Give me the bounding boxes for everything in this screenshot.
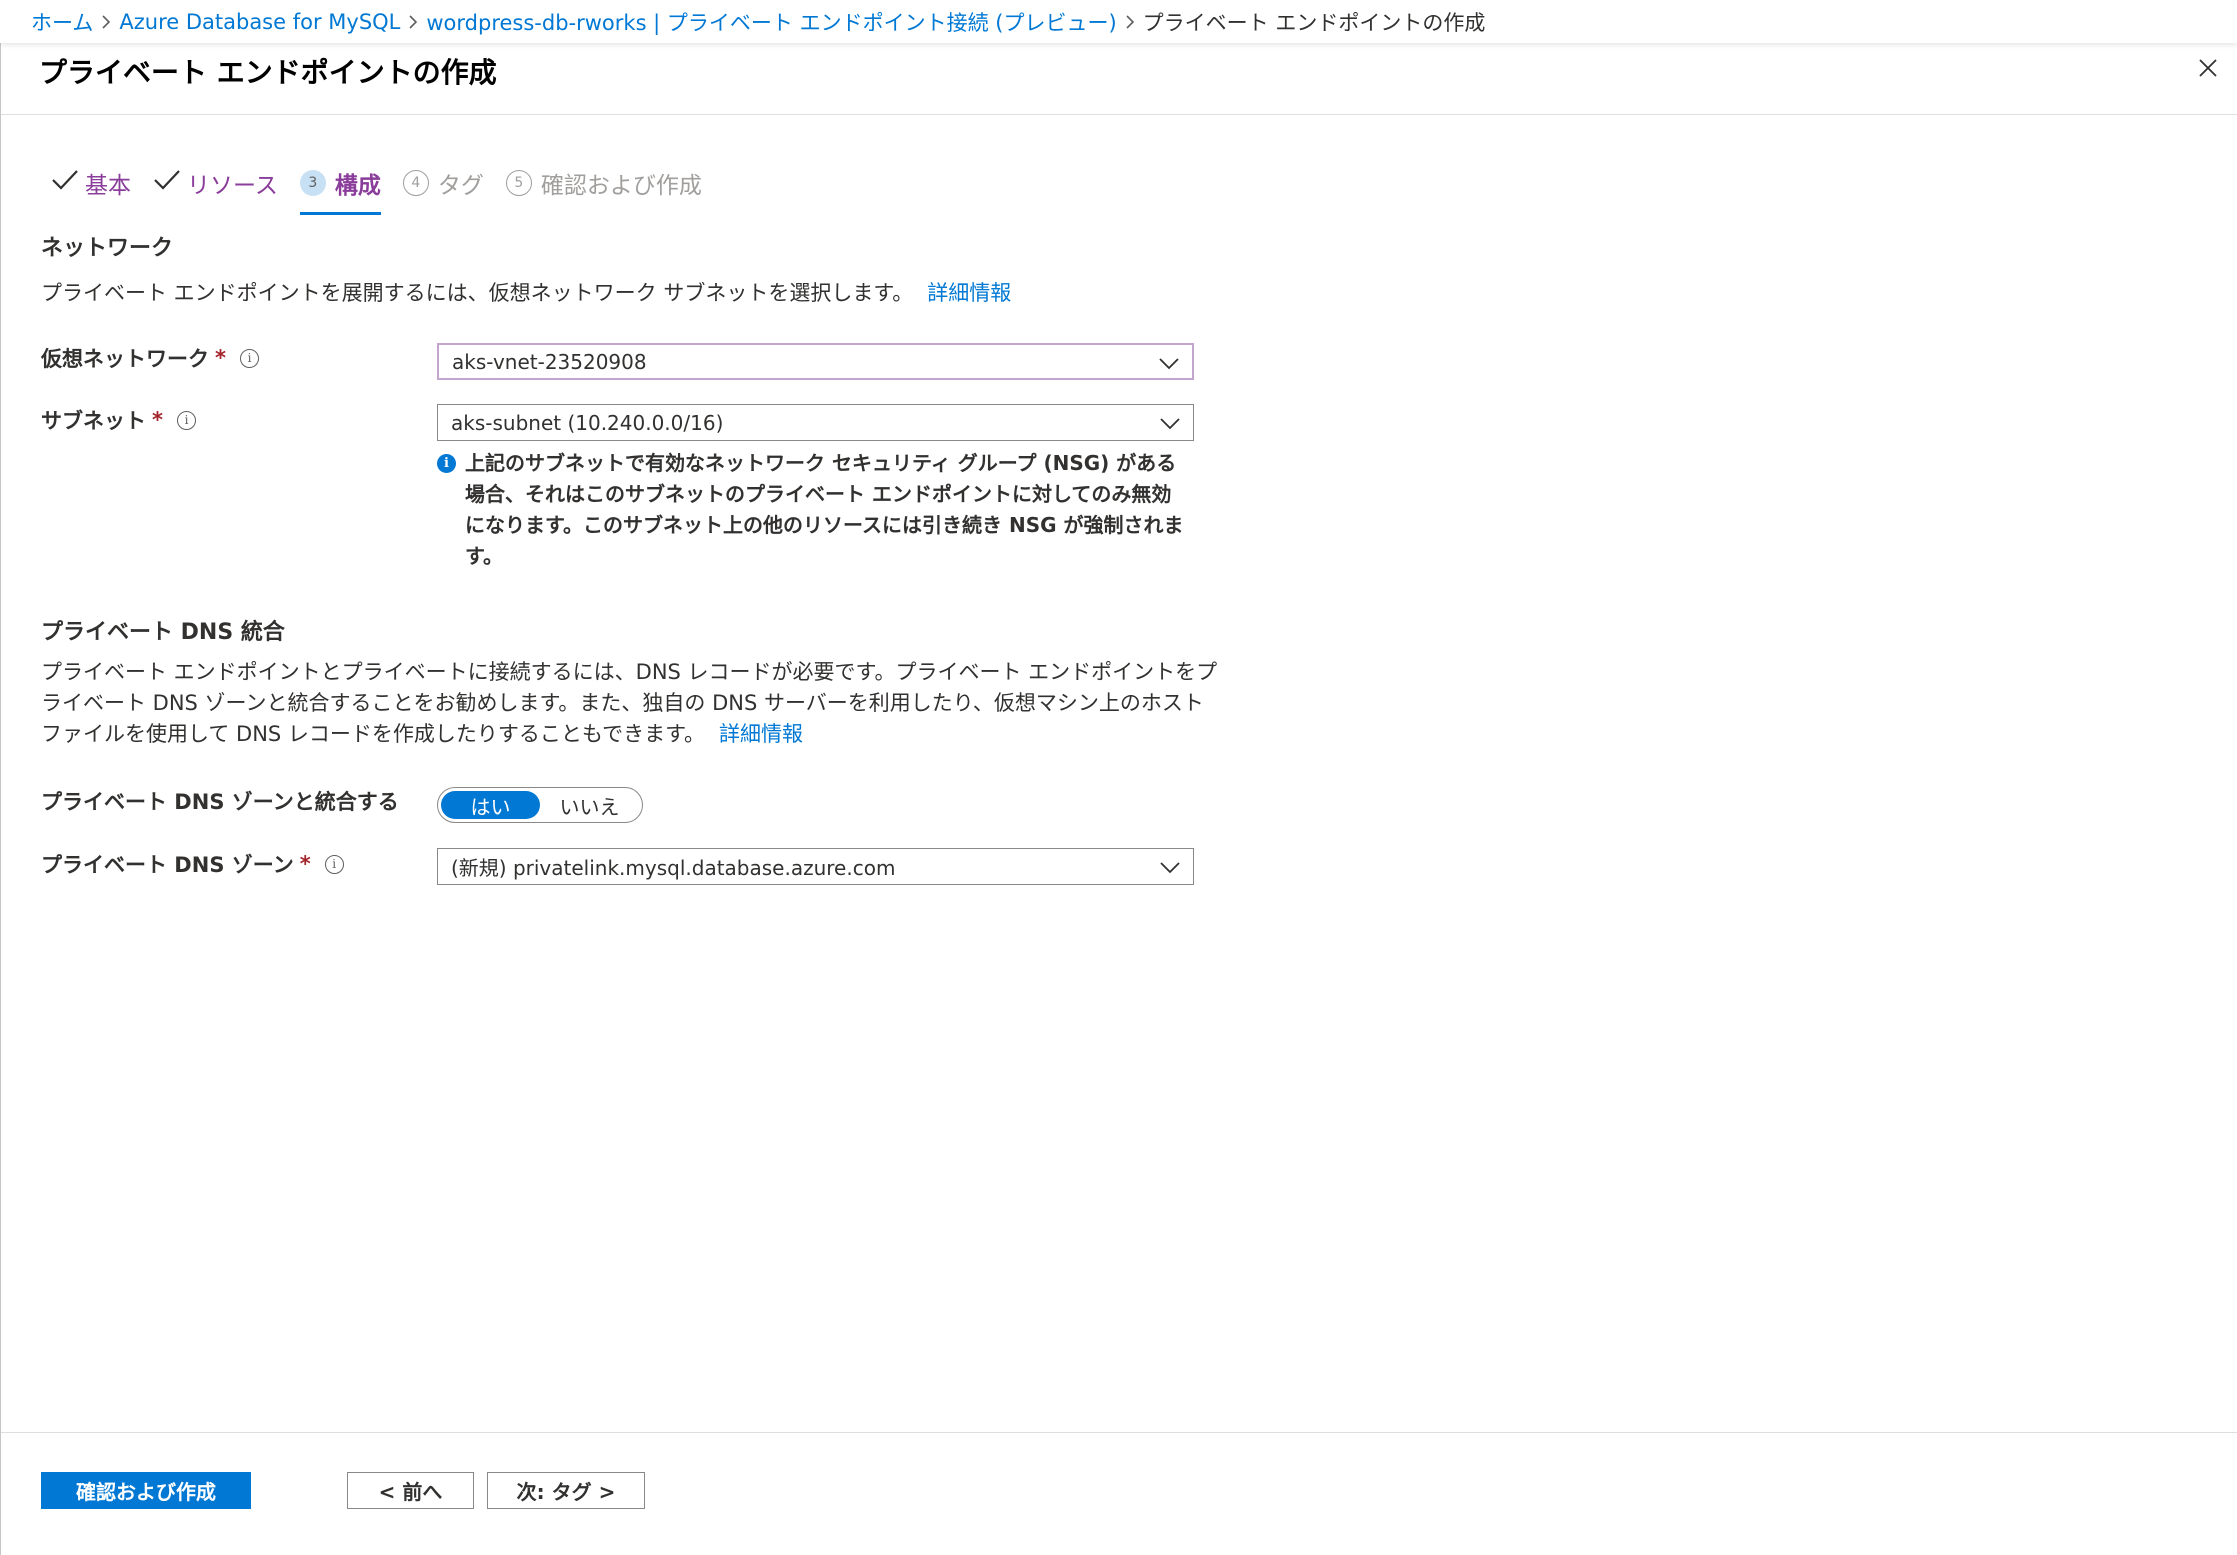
notice-line: 場合、それはこのサブネットのプライベート エンドポイントに対してのみ無効 [465,482,1172,506]
nsg-notice-text: 上記のサブネットで有効なネットワーク セキュリティ グループ (NSG) がある… [465,448,1183,572]
required-mark: * [299,852,311,876]
chevron-down-icon [1159,413,1181,437]
info-icon[interactable]: i [239,348,259,368]
chevron-right-icon [400,9,426,34]
dns-description-line-last: ファイルを使用して DNS レコードを作成したりすることもできます。 詳細情報 [41,719,1217,750]
tab-label: 確認および作成 [540,173,702,199]
tab-label: 基本 [85,173,131,199]
notice-line: す。 [465,544,503,568]
step-number: 5 [505,170,532,196]
next-tags-button[interactable]: 次: タグ > [487,1472,645,1509]
network-description-text: プライベート エンドポイントを展開するには、仮想ネットワーク サブネットを選択し… [41,281,914,305]
dns-integrate-label-text: プライベート DNS ゾーンと統合する [41,790,399,814]
tab-resource[interactable]: リソース [153,163,278,203]
breadcrumb-mysql[interactable]: Azure Database for MySQL [119,10,400,34]
dns-description-line: プライベート エンドポイントとプライベートに接続するには、DNS レコードが必要… [41,660,1218,684]
dns-zone-label: プライベート DNS ゾーン * i [41,849,344,879]
chevron-down-icon [1158,353,1180,377]
page-title: プライベート エンドポイントの作成 [39,56,497,89]
network-section-title: ネットワーク [41,236,174,261]
close-button[interactable] [2193,55,2223,85]
blade-header: プライベート エンドポイントの作成 [1,43,2237,115]
network-learn-more-link[interactable]: 詳細情報 [927,281,1011,305]
chevron-right-icon [1117,9,1143,34]
review-create-button[interactable]: 確認および作成 [41,1472,251,1509]
subnet-label: サブネット * i [41,405,196,435]
dns-description-line: ライベート DNS ゾーンと統合することをお勧めします。また、独自の DNS サ… [41,691,1204,715]
previous-button[interactable]: < 前へ [347,1472,474,1509]
dns-zone-label-text: プライベート DNS ゾーン [41,853,294,877]
required-mark: * [152,408,163,432]
close-icon [2198,58,2218,82]
vnet-dropdown-value: aks-vnet-23520908 [452,349,647,374]
subnet-label-text: サブネット [41,409,146,433]
chevron-right-icon [93,9,119,34]
checkmark-icon [51,169,79,197]
subnet-dropdown-value: aks-subnet (10.240.0.0/16) [451,410,724,435]
info-icon[interactable]: i [324,854,344,874]
nsg-info-notice: i 上記のサブネットで有効なネットワーク セキュリティ グループ (NSG) が… [437,448,1197,572]
chevron-down-icon [1159,857,1181,881]
toggle-no-option[interactable]: いいえ [540,791,639,819]
dns-zone-dropdown-value: (新規) privatelink.mysql.database.azure.co… [451,856,896,880]
dns-description-text: ファイルを使用して DNS レコードを作成したりすることもできます。 [41,722,705,746]
tab-label: 構成 [334,173,381,199]
dns-zone-dropdown[interactable]: (新規) privatelink.mysql.database.azure.co… [437,848,1194,885]
vnet-label-text: 仮想ネットワーク [41,347,209,371]
step-number: 3 [299,170,326,196]
create-private-endpoint-blade: プライベート エンドポイントの作成 基本 リソース 3 構成 4 タグ 5 確認… [0,43,2237,1555]
tab-basics[interactable]: 基本 [51,163,131,203]
tab-review-create[interactable]: 5 確認および作成 [505,163,702,203]
tab-label: タグ [437,173,484,199]
required-mark: * [215,346,226,370]
breadcrumb-endpoint-connections[interactable]: wordpress-db-rworks | プライベート エンドポイント接続 (… [426,7,1116,37]
vnet-label: 仮想ネットワーク * i [41,343,259,373]
network-description: プライベート エンドポイントを展開するには、仮想ネットワーク サブネットを選択し… [41,278,1011,309]
blade-footer: 確認および作成 < 前へ 次: タグ > [1,1432,2237,1555]
breadcrumb: ホーム Azure Database for MySQL wordpress-d… [0,0,2237,43]
dns-integrate-toggle[interactable]: はい いいえ [437,787,643,823]
subnet-dropdown[interactable]: aks-subnet (10.240.0.0/16) [437,404,1194,441]
breadcrumb-current: プライベート エンドポイントの作成 [1142,10,1486,35]
step-number: 4 [402,170,429,196]
dns-learn-more-link[interactable]: 詳細情報 [719,722,803,746]
notice-line: になります。このサブネット上の他のリソースには引き続き NSG が強制されま [465,513,1184,537]
info-icon[interactable]: i [176,410,196,430]
dns-description: プライベート エンドポイントとプライベートに接続するには、DNS レコードが必要… [41,657,1217,750]
dns-section-title: プライベート DNS 統合 [41,620,285,645]
tab-configuration[interactable]: 3 構成 [299,163,381,215]
toggle-yes-option[interactable]: はい [441,791,540,819]
tab-tags[interactable]: 4 タグ [402,163,484,203]
vnet-dropdown[interactable]: aks-vnet-23520908 [437,343,1194,380]
notice-line: 上記のサブネットで有効なネットワーク セキュリティ グループ (NSG) がある [465,451,1177,475]
breadcrumb-home[interactable]: ホーム [31,7,93,37]
checkmark-icon [153,169,181,197]
info-filled-icon: i [437,454,456,473]
dns-integrate-label: プライベート DNS ゾーンと統合する [41,786,399,816]
tab-label: リソース [187,173,278,199]
